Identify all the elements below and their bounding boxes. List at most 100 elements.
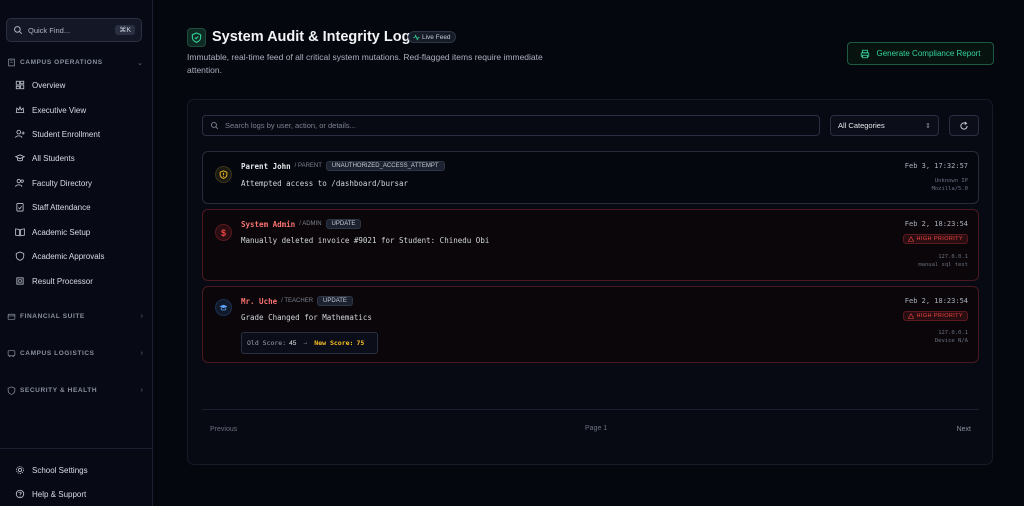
sidebar-item-help-support[interactable]: Help & Support: [15, 487, 86, 501]
alert-triangle-icon: [907, 313, 914, 319]
section-financial-suite[interactable]: FINANCIAL SUITE ›: [7, 312, 143, 321]
audit-entry-flagged[interactable]: $ System Admin / ADMIN UPDATE Manually d…: [202, 209, 979, 281]
entry-timestamp: Feb 2, 18:23:54: [904, 220, 968, 228]
users-icon: [15, 179, 24, 187]
dashboard-icon: [15, 80, 25, 90]
entry-meta: 127.0.0.1 Device N/A: [935, 329, 968, 345]
page-indicator: Page 1: [585, 425, 608, 432]
category-select-value: All Categories: [838, 121, 885, 130]
entry-user: Mr. Uche: [241, 296, 278, 306]
audit-entry[interactable]: Parent John / PARENT UNAUTHORIZED_ACCESS…: [202, 151, 979, 204]
entry-role-name: ADMIN: [302, 221, 322, 227]
next-page-button[interactable]: Next: [957, 426, 971, 433]
entry-role-name: TEACHER: [284, 298, 314, 304]
sidebar-item-academic-approvals[interactable]: Academic Approvals: [15, 249, 104, 263]
search-icon: [14, 26, 23, 35]
entry-description: Grade Changed for Mathematics: [241, 313, 372, 322]
previous-page-button[interactable]: Previous: [210, 426, 237, 433]
sidebar-item-label: Student Enrollment: [32, 129, 101, 139]
sidebar-item-academic-setup[interactable]: Academic Setup: [15, 225, 90, 239]
arrow-right-icon: →: [303, 339, 308, 347]
entry-action-badge: UPDATE: [325, 219, 362, 229]
entry-meta: 127.0.0.1 manual sql test: [918, 253, 968, 269]
priority-label: HIGH PRIORITY: [916, 313, 963, 319]
entry-ip: 127.0.0.1: [938, 330, 968, 336]
shield-check-icon: [187, 28, 206, 47]
audit-entry-flagged[interactable]: Mr. Uche / TEACHER UPDATE Grade Changed …: [202, 286, 979, 363]
sidebar-item-label: Executive View: [32, 105, 87, 115]
chevron-right-icon: ›: [140, 350, 143, 357]
entry-user: System Admin: [241, 219, 296, 229]
entry-device: manual sql test: [918, 262, 968, 268]
live-feed-label: Live Feed: [422, 33, 451, 41]
help-circle-icon: [15, 489, 25, 499]
entry-role-name: PARENT: [298, 163, 322, 169]
category-select[interactable]: All Categories ⇕: [830, 115, 939, 136]
chevron-right-icon: ›: [140, 387, 143, 394]
sidebar-item-label: School Settings: [32, 465, 88, 475]
sidebar-item-label: Academic Setup: [32, 227, 91, 237]
cpu-icon: [16, 277, 24, 285]
entry-ip: Unknown IP: [934, 178, 968, 184]
search-field[interactable]: [202, 115, 820, 136]
chevron-updown-icon: ⇕: [925, 122, 931, 130]
activity-icon: [413, 33, 420, 41]
entry-role: / PARENT: [294, 163, 322, 169]
graduation-cap-icon: [15, 154, 25, 162]
quick-find-shortcut: ⌘K: [115, 25, 135, 35]
entry-user: Parent John: [241, 161, 291, 171]
section-label: CAMPUS LOGISTICS: [20, 350, 95, 357]
section-campus-operations[interactable]: CAMPUS OPERATIONS ⌄: [7, 58, 143, 67]
new-score-label: New Score:: [314, 339, 354, 347]
entry-description: Manually deleted invoice #9021 for Stude…: [241, 236, 490, 245]
sidebar-item-label: Academic Approvals: [32, 251, 105, 261]
book-open-icon: [15, 228, 25, 237]
sidebar-item-label: Faculty Directory: [32, 178, 93, 188]
alert-triangle-icon: [907, 236, 914, 242]
section-label: CAMPUS OPERATIONS: [20, 59, 103, 66]
old-score-value: 45: [289, 339, 297, 347]
search-icon: [210, 121, 219, 130]
section-campus-logistics[interactable]: CAMPUS LOGISTICS ›: [7, 349, 143, 358]
sidebar-item-faculty-directory[interactable]: Faculty Directory: [15, 176, 92, 190]
sidebar-item-label: Result Processor: [32, 276, 93, 286]
new-score-value: 75: [356, 339, 365, 347]
entry-action-badge: UPDATE: [317, 296, 353, 306]
entry-timestamp: Feb 3, 17:32:57: [904, 162, 968, 170]
refresh-button[interactable]: [949, 115, 979, 136]
sidebar-item-result-processor[interactable]: Result Processor: [15, 274, 93, 288]
shield-check-icon: [15, 251, 25, 261]
priority-label: HIGH PRIORITY: [916, 236, 963, 242]
dollar-icon: $: [215, 224, 232, 241]
sidebar-item-overview[interactable]: Overview: [15, 78, 65, 92]
sidebar-item-label: Staff Attendance: [32, 202, 91, 212]
generate-compliance-report-button[interactable]: Generate Compliance Report: [847, 42, 994, 65]
sidebar-item-staff-attendance[interactable]: Staff Attendance: [15, 200, 91, 214]
compliance-button-label: Generate Compliance Report: [876, 49, 981, 58]
entry-meta: Unknown IP Mozilla/5.0: [932, 177, 968, 193]
sidebar-item-label: All Students: [32, 153, 75, 163]
sidebar-item-executive-view[interactable]: Executive View: [15, 103, 86, 117]
entry-header: Parent John / PARENT UNAUTHORIZED_ACCESS…: [241, 161, 445, 171]
search-input[interactable]: [225, 121, 812, 130]
user-plus-icon: [15, 129, 25, 138]
sidebar-item-student-enrollment[interactable]: Student Enrollment: [15, 127, 100, 141]
high-priority-badge: HIGH PRIORITY: [902, 311, 968, 321]
crown-icon: [15, 105, 25, 113]
sidebar-item-all-students[interactable]: All Students: [15, 151, 75, 165]
section-security-health[interactable]: SECURITY & HEALTH ›: [7, 386, 143, 395]
section-label: SECURITY & HEALTH: [20, 387, 98, 394]
page-title: System Audit & Integrity Log: [212, 29, 411, 45]
sidebar-divider: [0, 448, 153, 449]
sidebar-item-school-settings[interactable]: School Settings: [15, 463, 88, 477]
wallet-icon: [7, 313, 16, 320]
quick-find-label: Quick Find...: [28, 25, 71, 35]
entry-ip: 127.0.0.1: [938, 254, 968, 260]
sidebar-item-label: Overview: [32, 80, 66, 90]
building-icon: [8, 58, 15, 67]
graduation-cap-icon: [215, 299, 232, 316]
old-score-label: Old Score:: [247, 339, 287, 347]
pagination-divider: [202, 409, 979, 410]
quick-find-button[interactable]: Quick Find... ⌘K: [6, 18, 142, 42]
live-feed-badge: Live Feed: [408, 31, 456, 43]
